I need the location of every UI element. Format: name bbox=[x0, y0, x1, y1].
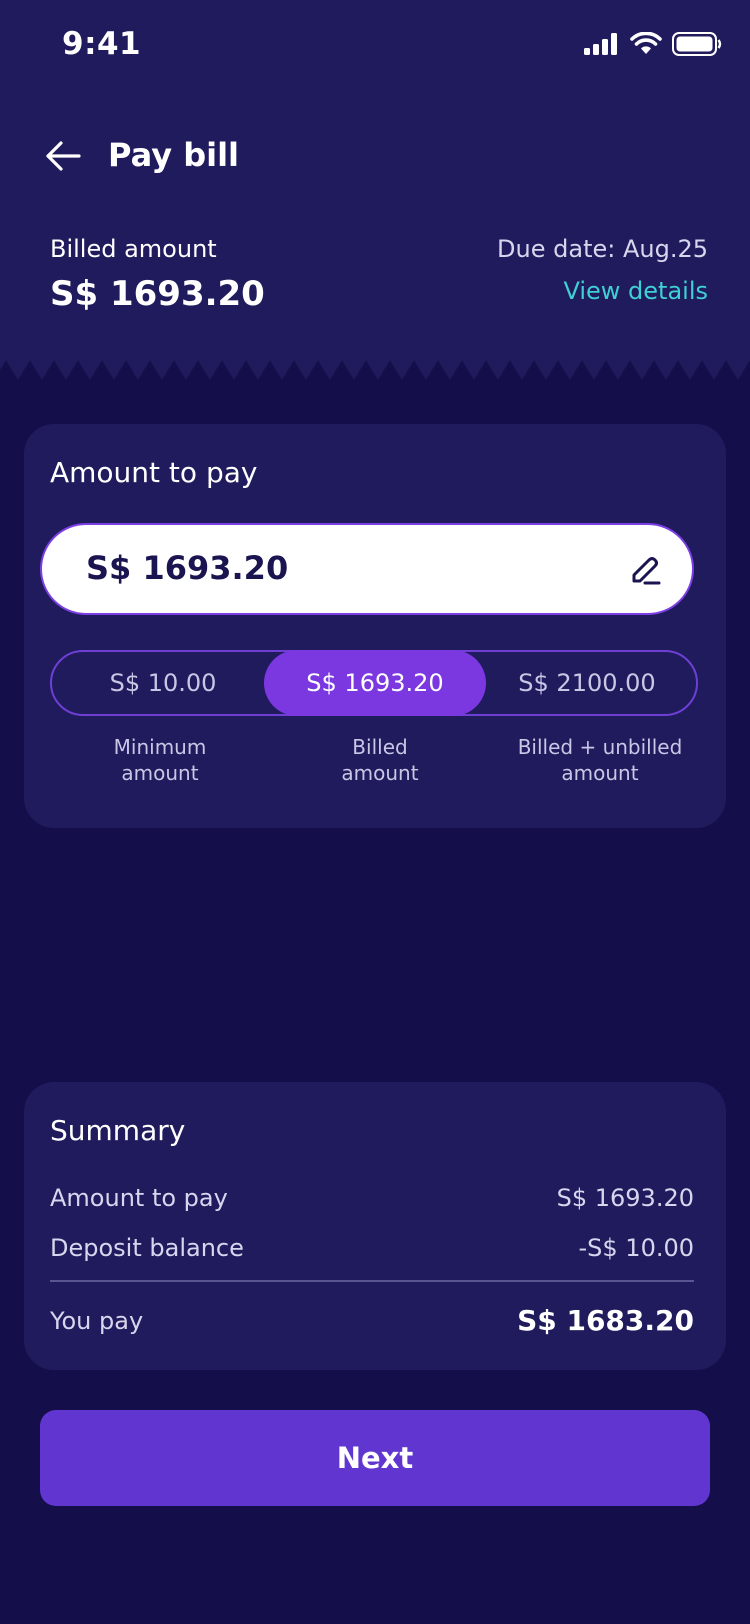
summary-row-amount: Amount to pay S$ 1693.20 bbox=[50, 1184, 694, 1212]
next-button[interactable]: Next bbox=[40, 1410, 710, 1506]
you-pay-value: S$ 1683.20 bbox=[517, 1304, 694, 1337]
you-pay-label: You pay bbox=[50, 1306, 144, 1335]
amount-to-pay-card: Amount to pay S$ 1693.20 S$ 10.00 S$ 169… bbox=[24, 424, 726, 828]
summary-title: Summary bbox=[50, 1114, 186, 1147]
option-billed-unbilled-amount[interactable]: S$ 2100.00 bbox=[476, 650, 698, 716]
battery-icon bbox=[672, 32, 722, 56]
status-icons bbox=[584, 32, 722, 56]
back-button[interactable] bbox=[40, 133, 86, 179]
option-billed-amount[interactable]: S$ 1693.20 bbox=[264, 650, 486, 716]
amount-input[interactable]: S$ 1693.20 bbox=[40, 523, 694, 615]
wifi-icon bbox=[630, 32, 662, 54]
due-date: Due date: Aug.25 bbox=[497, 235, 708, 263]
billed-amount-label: Billed amount bbox=[50, 235, 217, 263]
summary-divider bbox=[50, 1280, 694, 1282]
page-title: Pay bill bbox=[108, 136, 240, 174]
summary-row-value: -S$ 10.00 bbox=[578, 1234, 695, 1262]
status-bar: 9:41 bbox=[0, 0, 750, 92]
zigzag-edge bbox=[0, 358, 750, 380]
summary-row-label: Amount to pay bbox=[50, 1184, 228, 1212]
billed-amount-value: S$ 1693.20 bbox=[50, 274, 265, 314]
summary-total-row: You pay S$ 1683.20 bbox=[50, 1304, 694, 1337]
signal-icon bbox=[584, 33, 617, 55]
view-details-link[interactable]: View details bbox=[563, 277, 708, 305]
option-minimum-amount[interactable]: S$ 10.00 bbox=[52, 650, 274, 716]
status-time: 9:41 bbox=[62, 26, 142, 62]
summary-row-deposit: Deposit balance -S$ 10.00 bbox=[50, 1234, 694, 1262]
caption-billed-unbilled-amount: Billed + unbilled amount bbox=[517, 735, 683, 785]
amount-to-pay-title: Amount to pay bbox=[50, 456, 258, 489]
edit-icon[interactable] bbox=[628, 553, 662, 587]
summary-row-value: S$ 1693.20 bbox=[556, 1184, 694, 1212]
arrow-left-icon bbox=[46, 141, 81, 171]
summary-card: Summary Amount to pay S$ 1693.20 Deposit… bbox=[24, 1082, 726, 1370]
caption-minimum-amount: Minimum amount bbox=[113, 735, 207, 785]
amount-segmented-control: S$ 10.00 S$ 1693.20 S$ 2100.00 bbox=[50, 650, 698, 716]
nav-bar: Pay bill bbox=[0, 125, 750, 185]
amount-input-value: S$ 1693.20 bbox=[86, 549, 289, 587]
summary-row-label: Deposit balance bbox=[50, 1234, 244, 1262]
caption-billed-amount: Billed amount bbox=[341, 735, 419, 785]
